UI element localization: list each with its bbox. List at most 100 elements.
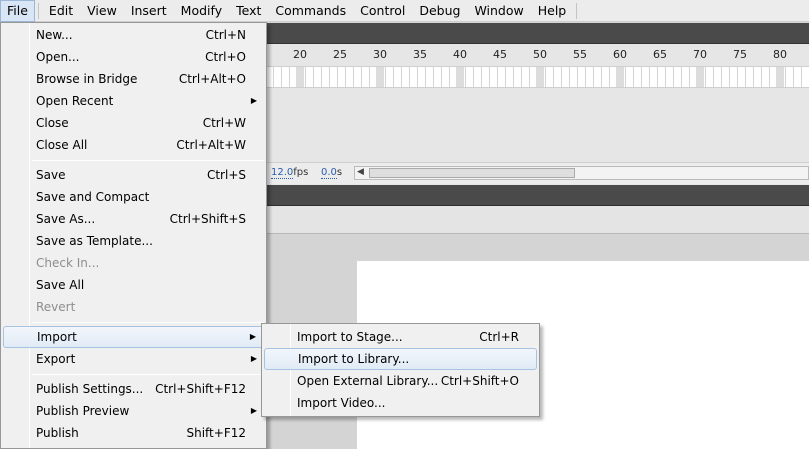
menu-item-shortcut: Ctrl+Shift+S bbox=[169, 212, 246, 226]
elapsed-time-readout: 0.0s bbox=[321, 167, 343, 179]
menu-control[interactable]: Control bbox=[353, 0, 412, 22]
menu-item-shortcut: Ctrl+W bbox=[202, 116, 246, 130]
frame-rate-value[interactable]: 12.0 bbox=[271, 167, 294, 179]
menu-item-save-all[interactable]: Save All bbox=[3, 274, 264, 296]
menu-item-close-all[interactable]: Close All Ctrl+Alt+W bbox=[3, 134, 264, 156]
menu-item-shortcut: Ctrl+O bbox=[205, 50, 246, 64]
menu-item-save-as-template[interactable]: Save as Template... bbox=[3, 230, 264, 252]
menu-item-close[interactable]: Close Ctrl+W bbox=[3, 112, 264, 134]
elapsed-time-value: 0.0 bbox=[321, 167, 337, 179]
menu-item-label: Save bbox=[36, 168, 66, 182]
menubar: File Edit View Insert Modify Text Comman… bbox=[0, 0, 809, 22]
menu-insert[interactable]: Insert bbox=[124, 0, 174, 22]
menu-item-label: Save As... bbox=[36, 212, 96, 226]
menu-window[interactable]: Window bbox=[467, 0, 530, 22]
file-menu-dropdown: New... Ctrl+N Open... Ctrl+O Browse in Bri… bbox=[0, 22, 267, 449]
timeline-horizontal-scrollbar[interactable]: ◀ bbox=[354, 166, 809, 180]
menu-item-shortcut: Ctrl+Shift+O bbox=[440, 374, 519, 388]
menu-item-open[interactable]: Open... Ctrl+O bbox=[3, 46, 264, 68]
menu-item-label: Close All bbox=[36, 138, 88, 152]
menu-item-label: Close bbox=[36, 116, 69, 130]
menu-item-save-and-compact[interactable]: Save and Compact bbox=[3, 186, 264, 208]
menu-debug[interactable]: Debug bbox=[412, 0, 467, 22]
import-submenu: Import to Stage... Ctrl+R Import to Libra… bbox=[261, 323, 540, 417]
submenu-arrow-icon: ▶ bbox=[250, 96, 257, 105]
menu-item-label: Revert bbox=[36, 300, 76, 314]
menu-item-label: Import Video... bbox=[297, 396, 386, 410]
ruler-tick-label: 65 bbox=[653, 48, 667, 61]
menu-item-label: Import to Stage... bbox=[297, 330, 403, 344]
ruler-tick-label: 60 bbox=[613, 48, 627, 61]
menu-divider bbox=[32, 374, 264, 375]
frame-ruler[interactable]: 20 25 30 35 40 45 50 55 60 65 70 75 80 bbox=[266, 44, 809, 66]
frame-marker bbox=[296, 67, 304, 87]
menu-item-shortcut: Shift+F12 bbox=[186, 426, 246, 440]
ruler-tick-label: 55 bbox=[573, 48, 587, 61]
menu-item-label: Check In... bbox=[36, 256, 100, 270]
ruler-tick-label: 25 bbox=[333, 48, 347, 61]
menu-item-browse-in-bridge[interactable]: Browse in Bridge Ctrl+Alt+O bbox=[3, 68, 264, 90]
menu-item-open-external-library[interactable]: Open External Library... Ctrl+Shift+O bbox=[264, 370, 537, 392]
menu-edit[interactable]: Edit bbox=[42, 0, 80, 22]
menu-item-label: Save and Compact bbox=[36, 190, 150, 204]
menu-item-import-video[interactable]: Import Video... bbox=[264, 392, 537, 414]
menu-item-import-to-stage[interactable]: Import to Stage... Ctrl+R bbox=[264, 326, 537, 348]
menu-item-publish-preview[interactable]: Publish Preview ▶ bbox=[3, 400, 264, 422]
frame-rate-readout[interactable]: 12.0fps bbox=[271, 167, 309, 179]
menu-item-label: Browse in Bridge bbox=[36, 72, 138, 86]
menu-item-import[interactable]: Import ▶ bbox=[3, 326, 264, 348]
menu-item-import-to-library[interactable]: Import to Library... bbox=[264, 348, 537, 370]
menu-item-check-in: Check In... bbox=[3, 252, 264, 274]
ruler-tick-label: 70 bbox=[693, 48, 707, 61]
menu-item-revert: Revert bbox=[3, 296, 264, 318]
menu-item-publish-settings[interactable]: Publish Settings... Ctrl+Shift+F12 bbox=[3, 378, 264, 400]
menu-item-save[interactable]: Save Ctrl+S bbox=[3, 164, 264, 186]
menu-item-open-recent[interactable]: Open Recent ▶ bbox=[3, 90, 264, 112]
menu-divider bbox=[32, 160, 264, 161]
submenu-arrow-icon: ▶ bbox=[250, 354, 257, 363]
menu-file[interactable]: File bbox=[0, 0, 35, 22]
menu-help[interactable]: Help bbox=[531, 0, 574, 22]
timeline-status-bar: 12.0fps 0.0s ◀ bbox=[266, 162, 809, 184]
menu-item-label: Publish Settings... bbox=[36, 382, 144, 396]
menu-item-save-as[interactable]: Save As... Ctrl+Shift+S bbox=[3, 208, 264, 230]
menu-item-new[interactable]: New... Ctrl+N bbox=[3, 24, 264, 46]
menu-item-label: Publish Preview bbox=[36, 404, 130, 418]
frame-rate-unit: fps bbox=[293, 167, 309, 178]
menu-item-label: Export bbox=[36, 352, 76, 366]
ruler-tick-label: 35 bbox=[413, 48, 427, 61]
menu-item-shortcut: Ctrl+R bbox=[479, 330, 519, 344]
menu-modify[interactable]: Modify bbox=[174, 0, 229, 22]
menu-item-label: Open External Library... bbox=[297, 374, 439, 388]
ruler-tick-label: 45 bbox=[493, 48, 507, 61]
menu-item-shortcut: Ctrl+S bbox=[206, 168, 246, 182]
menu-item-shortcut: Ctrl+N bbox=[205, 28, 246, 42]
frame-marker bbox=[776, 67, 784, 87]
menu-item-label: Import bbox=[37, 330, 77, 344]
scroll-left-icon[interactable]: ◀ bbox=[357, 167, 364, 177]
scrollbar-thumb[interactable] bbox=[369, 168, 575, 178]
elapsed-time-unit: s bbox=[336, 167, 343, 178]
frame-marker bbox=[696, 67, 704, 87]
menu-text[interactable]: Text bbox=[229, 0, 268, 22]
ruler-tick-label: 30 bbox=[373, 48, 387, 61]
menu-view[interactable]: View bbox=[80, 0, 124, 22]
submenu-arrow-icon: ▶ bbox=[250, 406, 257, 415]
menu-item-label: Import to Library... bbox=[298, 352, 410, 366]
frame-row[interactable] bbox=[266, 66, 809, 88]
ruler-tick-label: 40 bbox=[453, 48, 467, 61]
menu-item-publish[interactable]: Publish Shift+F12 bbox=[3, 422, 264, 444]
menubar-separator bbox=[37, 2, 39, 19]
frame-marker bbox=[456, 67, 464, 87]
menu-item-export[interactable]: Export ▶ bbox=[3, 348, 264, 370]
ruler-tick-label: 80 bbox=[773, 48, 787, 61]
menu-item-label: Open Recent bbox=[36, 94, 114, 108]
menu-item-shortcut: Ctrl+Alt+W bbox=[176, 138, 246, 152]
menu-commands[interactable]: Commands bbox=[268, 0, 353, 22]
menubar-separator bbox=[576, 2, 578, 19]
menu-item-label: New... bbox=[36, 28, 73, 42]
ruler-tick-label: 75 bbox=[733, 48, 747, 61]
ruler-tick-label: 50 bbox=[533, 48, 547, 61]
menu-divider bbox=[32, 322, 264, 323]
menu-item-shortcut: Ctrl+Alt+O bbox=[178, 72, 246, 86]
